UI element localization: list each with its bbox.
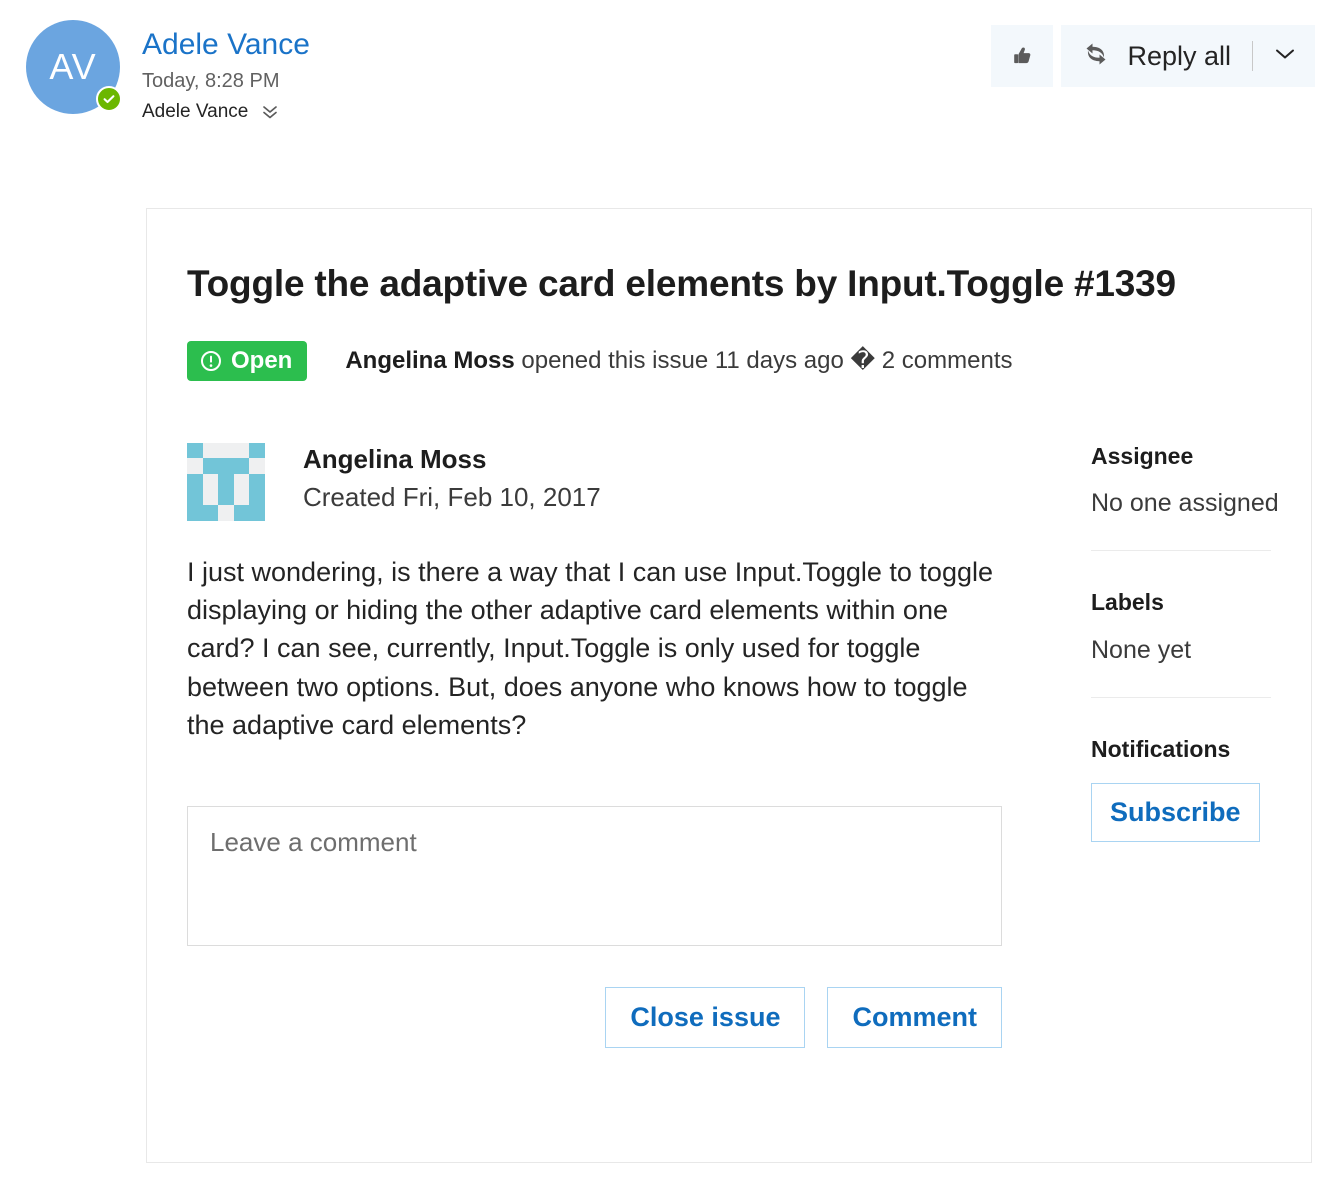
- identicon-avatar-icon: [187, 442, 265, 521]
- recipients-label: Adele Vance: [142, 100, 249, 122]
- thumbs-up-icon: [1007, 41, 1037, 71]
- status-badge-label: Open: [231, 346, 293, 374]
- status-badge[interactable]: Open: [187, 340, 308, 381]
- assignee-title: Assignee: [1091, 442, 1194, 469]
- issue-sidebar: Assignee No one assigned Labels None yet…: [1049, 443, 1311, 1048]
- issue-meta-comments: 2 comments: [875, 347, 1013, 375]
- sidebar-section-notifications: Notifications Subscribe: [1091, 736, 1311, 842]
- reply-all-button[interactable]: Reply all: [1061, 25, 1315, 87]
- labels-value: None yet: [1091, 635, 1192, 664]
- issue-columns: Angelina Moss Created Fri, Feb 10, 2017 …: [187, 442, 1279, 1048]
- issue-meta-row: Open Angelina Moss opened this issue 11 …: [187, 340, 1271, 381]
- issue-meta-author[interactable]: Angelina Moss: [345, 347, 514, 374]
- issue-main-column: Angelina Moss Created Fri, Feb 10, 2017 …: [187, 442, 1049, 1048]
- sidebar-section-labels: Labels None yet: [1091, 589, 1311, 665]
- message-actions: Reply all: [991, 25, 1315, 87]
- sender-name[interactable]: Adele Vance: [142, 28, 310, 63]
- reply-all-label: Reply all: [1127, 40, 1231, 71]
- comment-input[interactable]: [187, 806, 1002, 947]
- message-header: AV Adele Vance Today, 8:28 PM Adele Vanc…: [0, 0, 1340, 170]
- subscribe-button[interactable]: Subscribe: [1091, 783, 1260, 842]
- close-issue-button[interactable]: Close issue: [605, 987, 806, 1048]
- chevron-down-icon[interactable]: [1272, 45, 1298, 68]
- comment-body: I just wondering, is there a way that I …: [187, 556, 993, 740]
- sidebar-section-assignee: Assignee No one assigned: [1091, 443, 1311, 519]
- action-divider: [1252, 41, 1253, 71]
- notifications-title: Notifications: [1091, 735, 1231, 762]
- issue-meta-separator: �: [850, 346, 876, 375]
- comment-header: Angelina Moss Created Fri, Feb 10, 2017: [187, 442, 1049, 521]
- presence-available-icon: [96, 86, 122, 112]
- sidebar-divider: [1091, 550, 1271, 552]
- like-button[interactable]: [991, 25, 1054, 87]
- sidebar-divider: [1091, 696, 1271, 698]
- issue-meta-action: opened this issue 11 days ago: [514, 347, 851, 375]
- exclamation-circle-icon: [199, 349, 223, 373]
- sender-block: Adele Vance Today, 8:28 PM Adele Vance: [142, 28, 310, 123]
- reply-all-icon: [1080, 38, 1112, 75]
- labels-title: Labels: [1091, 589, 1164, 616]
- comment-button[interactable]: Comment: [827, 987, 1002, 1048]
- comment-author: Angelina Moss: [303, 443, 487, 474]
- avatar[interactable]: AV: [26, 20, 122, 114]
- comment-created-date: Created Fri, Feb 10, 2017: [303, 482, 601, 513]
- issue-title: Toggle the adaptive card elements by Inp…: [187, 263, 1176, 304]
- message-timestamp: Today, 8:28 PM: [142, 69, 280, 92]
- assignee-value: No one assigned: [1091, 489, 1279, 518]
- comment-actions: Close issue Comment: [187, 987, 1002, 1048]
- chevron-double-down-icon[interactable]: [260, 103, 280, 121]
- issue-card: Toggle the adaptive card elements by Inp…: [146, 208, 1312, 1163]
- recipients-row: Adele Vance: [142, 101, 310, 123]
- issue-meta-text: Angelina Moss opened this issue 11 days …: [345, 346, 1012, 375]
